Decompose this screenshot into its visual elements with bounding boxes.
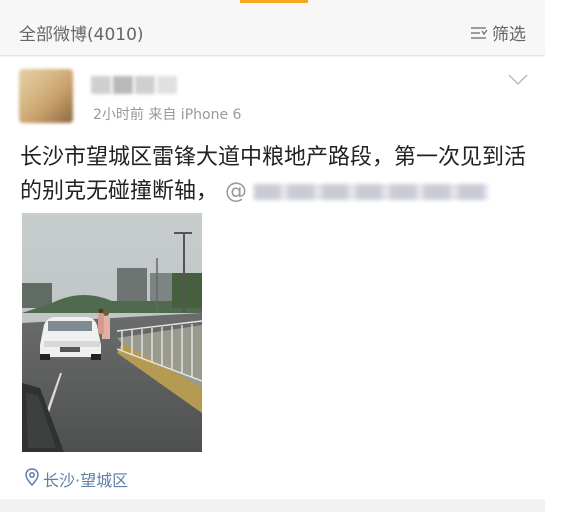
mention-prefix[interactable]: @ <box>225 179 247 204</box>
username[interactable] <box>91 76 177 94</box>
mention-redacted[interactable] <box>254 184 489 200</box>
post-meta: 2小时前 来自 iPhone 6 <box>93 107 242 123</box>
right-margin <box>545 0 576 512</box>
filter-button[interactable]: 筛选 <box>470 20 526 45</box>
location-label: 长沙·望城区 <box>43 471 129 490</box>
location-link[interactable]: 长沙·望城区 <box>24 467 128 491</box>
street-photo[interactable] <box>22 213 202 452</box>
post-text: 长沙市望城区雷锋大道中粮地产路段，第一次见到活的别克无碰撞断轴， @ <box>20 141 530 209</box>
avatar[interactable] <box>19 69 73 123</box>
card-separator <box>0 499 545 512</box>
feed-title[interactable]: 全部微博(4010) <box>19 20 144 45</box>
filter-label: 筛选 <box>492 25 526 45</box>
tab-indicator <box>240 0 308 3</box>
location-pin-icon <box>24 468 40 490</box>
filter-icon <box>470 26 488 40</box>
feed-header: 全部微博(4010) 筛选 <box>0 0 545 56</box>
post-card[interactable]: 2小时前 来自 iPhone 6 长沙市望城区雷锋大道中粮地产路段，第一次见到活… <box>0 57 545 499</box>
chevron-down-icon[interactable] <box>508 71 528 90</box>
